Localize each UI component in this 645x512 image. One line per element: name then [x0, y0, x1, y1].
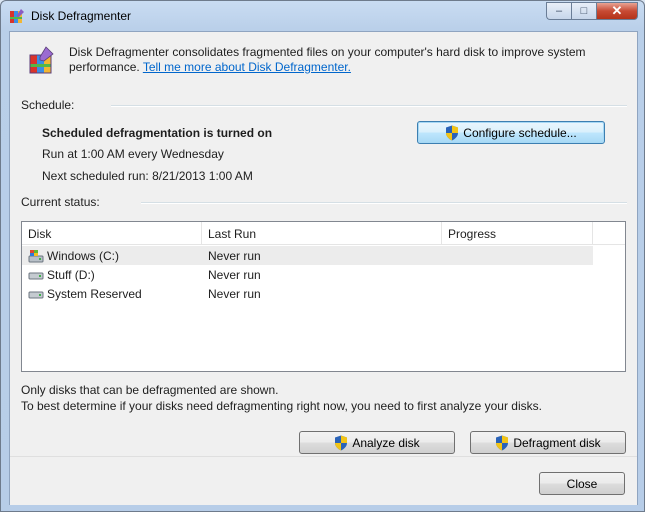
analyze-disk-button[interactable]: Analyze disk	[299, 431, 455, 454]
disk-row-windows[interactable]: Windows (C:) Never run	[22, 246, 593, 265]
disk-cell: Stuff (D:)	[22, 268, 202, 282]
minimize-button[interactable]: –	[546, 2, 571, 20]
learn-more-link[interactable]: Tell me more about Disk Defragmenter.	[143, 60, 351, 74]
defragment-disk-label: Defragment disk	[513, 435, 601, 450]
close-window-button[interactable]: ✕	[596, 2, 638, 20]
uac-shield-icon	[335, 435, 348, 450]
disk-name: System Reserved	[47, 286, 142, 301]
title-bar[interactable]: Disk Defragmenter – □ ✕	[1, 1, 644, 31]
column-header-disk[interactable]: Disk	[22, 222, 202, 244]
uac-shield-icon	[496, 435, 509, 450]
disk-cell: Windows (C:)	[22, 249, 202, 263]
window-title: Disk Defragmenter	[31, 9, 132, 23]
analyze-disk-label: Analyze disk	[352, 435, 420, 450]
info-note-analyze: To best determine if your disks need def…	[21, 399, 542, 413]
defragmenter-app-icon	[10, 9, 24, 23]
dialog-client-area: Disk Defragmenter consolidates fragmente…	[9, 31, 638, 505]
defragment-disk-button[interactable]: Defragment disk	[470, 431, 626, 454]
disk-list[interactable]: Disk Last Run Progress Windows (C:) Neve…	[21, 221, 626, 372]
disk-list-header: Disk Last Run Progress	[22, 222, 625, 245]
schedule-status: Scheduled defragmentation is turned on	[42, 126, 273, 140]
last-run-cell: Never run	[208, 286, 261, 301]
maximize-button[interactable]: □	[571, 2, 596, 20]
minimize-icon: –	[555, 5, 563, 17]
schedule-run-at: Run at 1:00 AM every Wednesday	[42, 147, 224, 161]
close-icon: ✕	[611, 3, 623, 18]
disk-name: Windows (C:)	[47, 248, 120, 263]
schedule-next-run: Next scheduled run: 8/21/2013 1:00 AM	[42, 169, 253, 183]
caption-buttons: – □ ✕	[546, 2, 638, 21]
close-button[interactable]: Close	[539, 472, 625, 495]
disk-name: Stuff (D:)	[47, 267, 95, 282]
dialog-footer: Close	[10, 456, 637, 505]
hard-drive-icon	[28, 272, 44, 279]
disk-row-system-reserved[interactable]: System Reserved Never run	[22, 284, 593, 303]
defragmenter-header-icon	[29, 46, 54, 74]
windows-drive-icon	[28, 249, 44, 262]
disk-cell: System Reserved	[22, 287, 202, 301]
column-header-last-run[interactable]: Last Run	[202, 222, 442, 244]
schedule-label: Schedule:	[21, 98, 75, 112]
info-note-disks: Only disks that can be defragmented are …	[21, 383, 279, 397]
current-status-label: Current status:	[21, 195, 100, 209]
disk-defragmenter-window: Disk Defragmenter – □ ✕ Disk Defragmente…	[0, 0, 645, 512]
configure-schedule-label: Configure schedule...	[463, 125, 577, 140]
uac-shield-icon	[446, 125, 459, 140]
hard-drive-icon	[28, 291, 44, 298]
current-status-divider	[141, 202, 627, 204]
intro-text: Disk Defragmenter consolidates fragmente…	[69, 45, 609, 75]
disk-row-stuff[interactable]: Stuff (D:) Never run	[22, 265, 593, 284]
schedule-divider	[111, 105, 627, 107]
close-button-label: Close	[566, 476, 598, 491]
last-run-cell: Never run	[208, 248, 261, 263]
configure-schedule-button[interactable]: Configure schedule...	[417, 121, 605, 144]
last-run-cell: Never run	[208, 267, 261, 282]
maximize-icon: □	[580, 5, 588, 17]
column-header-progress[interactable]: Progress	[442, 222, 593, 244]
